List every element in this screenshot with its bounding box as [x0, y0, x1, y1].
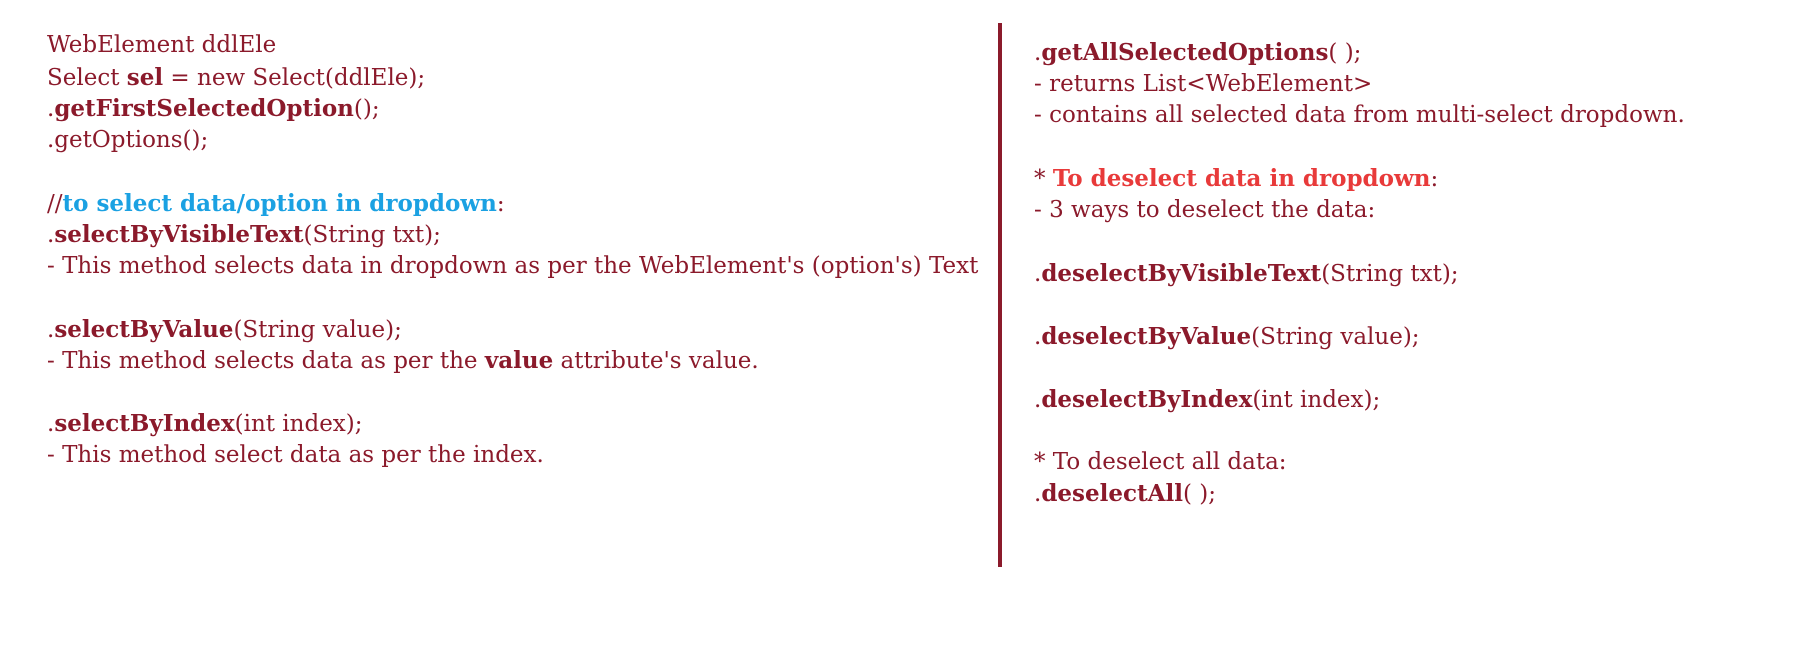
select-by-index-line: .selectByIndex(int index);: [47, 410, 363, 437]
select-heading: //to select data/option in dropdown:: [47, 189, 505, 217]
get-options-line: .getOptions();: [47, 126, 209, 153]
select-by-value-line: .selectByValue(String value);: [47, 315, 402, 343]
deselect-heading: * To deselect data in dropdown:: [1034, 165, 1439, 192]
get-all-selected-options-line: .getAllSelectedOptions( );: [1034, 39, 1362, 66]
declaration-line: WebElement ddlEle: [47, 32, 277, 58]
column-divider: [998, 23, 1002, 567]
deselect-by-index-line: .deselectByIndex(int index);: [1034, 385, 1381, 413]
get-first-selected-option-line: .getFirstSelectedOption();: [47, 95, 380, 122]
deselect-by-visible-text-line: .deselectByVisibleText(String txt);: [1034, 259, 1459, 287]
three-ways-line: - 3 ways to deselect the data:: [1034, 196, 1376, 223]
deselect-all-line: .deselectAll( );: [1034, 480, 1216, 507]
right-notes-column: .getAllSelectedOptions( ); - returns Lis…: [1034, 37, 1774, 510]
select-constructor-line: Select sel = new Select(ddlEle);: [47, 63, 426, 91]
select-by-value-desc: - This method selects data as per the va…: [47, 347, 759, 374]
deselect-by-value-line: .deselectByValue(String value);: [1034, 322, 1420, 350]
select-by-visible-text-desc: - This method selects data in dropdown a…: [47, 252, 979, 279]
returns-list-line: - returns List<WebElement>: [1034, 70, 1373, 97]
select-by-index-desc: - This method select data as per the ind…: [47, 441, 544, 468]
contains-selected-line: - contains all selected data from multi-…: [1034, 102, 1685, 128]
left-notes-column: WebElement ddlEle Select sel = new Selec…: [47, 30, 1007, 471]
deselect-all-heading: * To deselect all data:: [1034, 448, 1287, 475]
select-by-visible-text-line: .selectByVisibleText(String txt);: [47, 221, 441, 248]
